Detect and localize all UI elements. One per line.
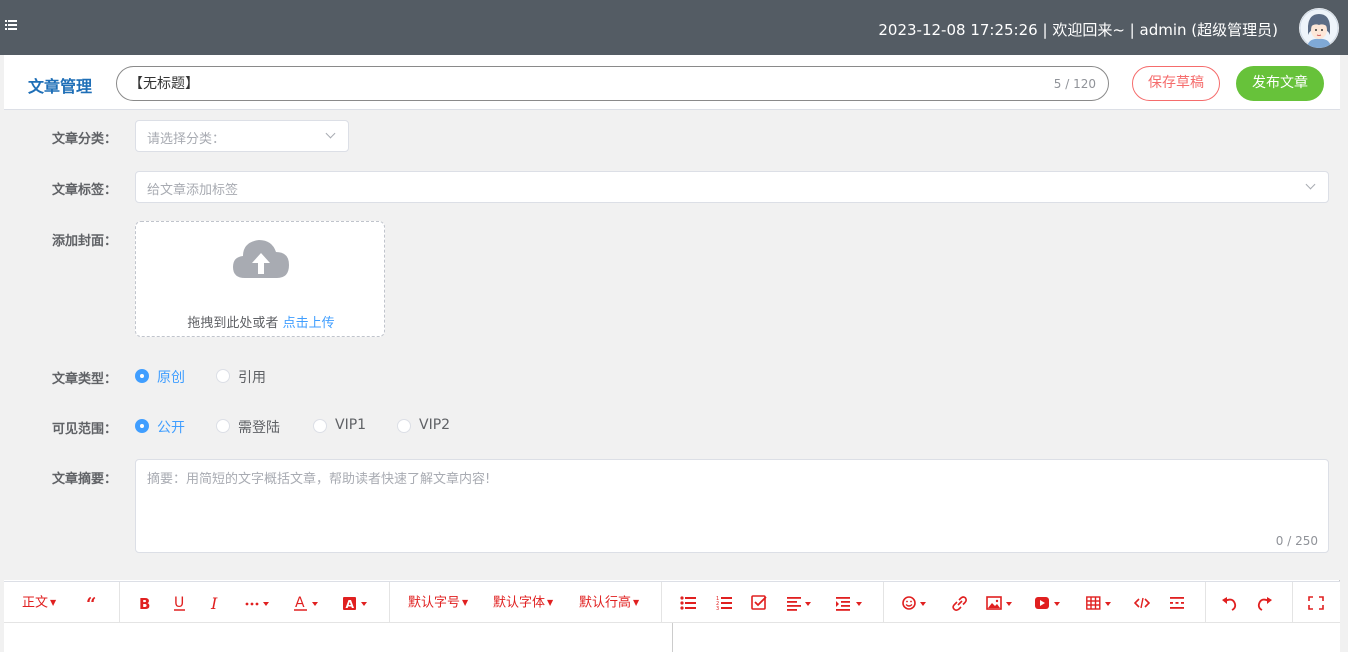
table-icon[interactable] [1086,594,1114,612]
title-row: 文章管理 5 / 120 保存草稿 发布文章 [4,55,1340,110]
more-icon[interactable] [244,594,270,612]
bullet-list-icon[interactable] [680,594,696,612]
tag-select[interactable]: 给文章添加标签 [135,171,1329,203]
redo-icon[interactable] [1257,594,1273,612]
category-placeholder: 请选择分类： [147,132,226,147]
radio-dot [135,369,149,383]
category-label: 文章分类： [52,132,118,147]
summary-char-count: 0 / 250 [1275,534,1318,548]
tag-placeholder: 给文章添加标签 [147,183,239,198]
heading-dropdown[interactable]: 正文 ▼ [22,594,56,612]
chevron-down-icon [1305,179,1316,190]
toolbar-divider [389,582,390,623]
radio-dot [135,419,149,433]
line-height-label: 默认行高 [579,595,632,611]
radio-dot [313,419,327,433]
underline-icon[interactable]: U [173,594,187,612]
line-height-dropdown[interactable]: 默认行高 ▼ [579,594,639,612]
svg-text:A: A [295,595,305,611]
toolbar-divider [1205,582,1206,623]
emoji-icon[interactable] [902,594,928,612]
save-draft-button[interactable]: 保存草稿 [1132,66,1220,101]
video-icon[interactable] [1035,594,1063,612]
svg-text:I: I [210,594,218,612]
svg-text:3: 3 [716,606,719,612]
tag-label: 文章标签： [52,183,118,198]
radio-dot [216,369,230,383]
welcome-text: 欢迎回来~ [1052,21,1125,39]
bg-color-icon[interactable]: A [343,594,369,612]
indent-icon[interactable] [836,594,864,612]
publish-button[interactable]: 发布文章 [1236,66,1324,101]
radio-label: 需登陆 [238,420,280,436]
bold-icon[interactable]: B [138,594,152,612]
summary-label: 文章摘要： [52,472,118,487]
font-size-label: 默认字号 [408,595,461,611]
code-icon[interactable] [1134,594,1150,612]
menu-toggle-icon[interactable] [5,19,19,33]
numbered-list-icon[interactable]: 123 [716,594,732,612]
quote-icon[interactable]: “ [86,594,100,612]
editor-split-divider [672,623,673,652]
separator: | [1042,21,1048,39]
radio-label: 公开 [157,420,185,436]
cloud-upload-icon [231,234,291,286]
toolbar-divider [661,582,662,623]
radio-label: VIP2 [419,417,451,433]
font-family-dropdown[interactable]: 默认字体 ▼ [493,594,553,612]
todo-icon[interactable] [751,594,767,612]
editor-body[interactable] [4,623,1340,652]
svg-text:B: B [139,595,150,612]
fullscreen-icon[interactable] [1308,594,1324,612]
upload-hint-text: 拖拽到此处或者 [187,316,279,331]
font-color-icon[interactable]: A [294,594,320,612]
datetime: 2023-12-08 17:25:26 [878,21,1038,39]
radio-label: 引用 [238,370,266,386]
font-family-label: 默认字体 [493,595,546,611]
avatar[interactable] [1299,8,1339,48]
toolbar-divider [119,582,120,623]
separator: | [1129,21,1135,39]
editor-toolbar: 正文 ▼ “ B U I A A 默认字号 ▼ 默认字体 ▼ 默认行高 ▼ 123 [4,581,1340,623]
chevron-down-icon [325,128,336,139]
undo-icon[interactable] [1221,594,1237,612]
cover-upload-area[interactable]: 拖拽到此处或者 点击上传 [135,221,385,337]
summary-placeholder: 摘要：用简短的文字概括文章，帮助读者快速了解文章内容! [147,472,491,487]
article-title-input[interactable] [129,75,1009,91]
upload-hint: 拖拽到此处或者 点击上传 [136,312,386,331]
page-title: 文章管理 [28,77,93,96]
font-size-dropdown[interactable]: 默认字号 ▼ [408,594,468,612]
top-bar: 2023-12-08 17:25:26 | 欢迎回来~ | admin (超级管… [0,0,1348,55]
divider-icon[interactable] [1169,594,1185,612]
image-icon[interactable] [986,594,1016,612]
toolbar-divider [1292,582,1293,623]
link-icon[interactable] [951,594,967,612]
status-text: 2023-12-08 17:25:26 | 欢迎回来~ | admin (超级管… [878,19,1278,40]
toolbar-divider [883,582,884,623]
article-title-field[interactable]: 5 / 120 [116,66,1109,101]
upload-link[interactable]: 点击上传 [283,316,335,331]
svg-text:“: “ [86,594,96,612]
italic-icon[interactable]: I [209,594,223,612]
right-scroll-edge [1339,55,1348,652]
svg-text:A: A [346,598,355,611]
user-name[interactable]: admin (超级管理员) [1140,21,1278,39]
summary-textarea[interactable]: 摘要：用简短的文字概括文章，帮助读者快速了解文章内容! 0 / 250 [135,459,1329,553]
svg-text:U: U [174,595,184,611]
radio-dot [397,419,411,433]
cover-label: 添加封面： [52,234,118,249]
radio-dot [216,419,230,433]
radio-label: VIP1 [335,417,367,433]
heading-label: 正文 [22,595,49,611]
category-select[interactable]: 请选择分类： [135,120,349,152]
radio-label: 原创 [157,370,185,386]
title-char-count: 5 / 120 [1053,77,1096,91]
align-icon[interactable] [787,594,813,612]
visibility-label: 可见范围： [52,422,118,437]
article-form: 文章分类： 请选择分类： 文章标签： 给文章添加标签 添加封面： 拖拽到此处或者… [4,110,1340,580]
type-label: 文章类型： [52,372,118,387]
